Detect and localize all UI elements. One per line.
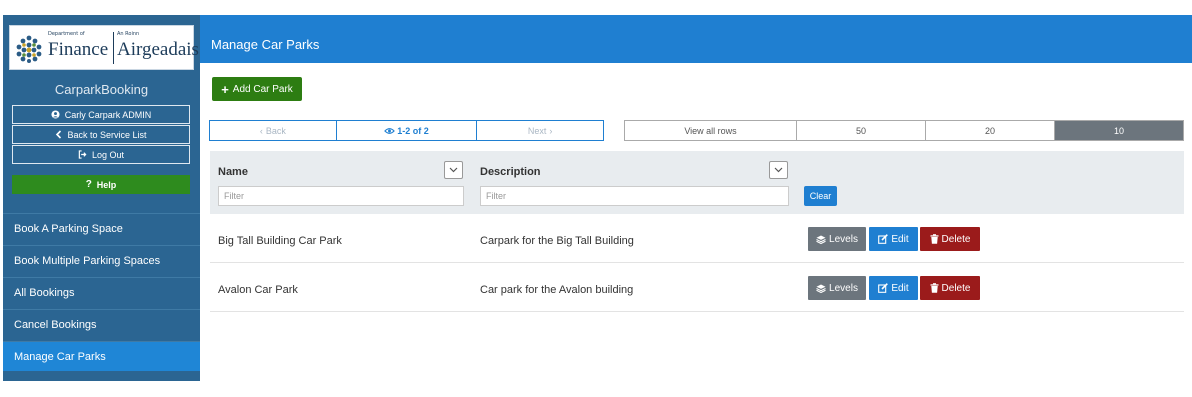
pager-next-button[interactable]: Next › [477,121,603,140]
levels-label: Levels [829,282,858,294]
table-row: Avalon Car Park Car park for the Avalon … [210,264,1184,312]
rows-option-10[interactable]: 10 [1055,121,1183,140]
delete-label: Delete [941,233,971,245]
table-header: Name Description Clear [210,151,1184,214]
pager-info-label: 1-2 of 2 [397,125,429,136]
pager-info: 1-2 of 2 [337,121,478,140]
delete-button[interactable]: Delete [920,227,980,251]
delete-button[interactable]: Delete [920,276,980,300]
chevron-left-icon [56,130,62,139]
car-park-description: Car park for the Avalon building [480,284,634,296]
user-circle-icon [51,110,60,119]
nav-all-bookings[interactable]: All Bookings [3,277,200,307]
logo-divider [113,32,114,64]
rows-option-50[interactable]: 50 [797,121,926,140]
edit-label: Edit [891,282,909,294]
nav-manage-car-parks[interactable]: Manage Car Parks [3,341,200,371]
chevron-down-icon [449,167,458,173]
logo-anroinn-text: An Roinn [117,31,140,37]
help-label: Help [96,179,117,190]
edit-button[interactable]: Edit [869,276,918,300]
column-header-name: Name [218,166,248,178]
add-car-park-button[interactable]: + Add Car Park [212,77,302,101]
column-header-description: Description [480,166,541,178]
levels-label: Levels [829,233,858,245]
logout-button[interactable]: Log Out [12,145,190,164]
page-title: Manage Car Parks [211,37,320,52]
logo-emblem-icon [16,35,42,63]
app-name: CarparkBooking [54,82,149,97]
pager-back-label: Back [265,125,286,136]
sidebar: Department of Finance An Roinn Airgeadai… [3,15,200,381]
chevron-down-icon [774,167,783,173]
trash-icon [930,234,939,244]
pager: ‹ Back 1-2 of 2 Next › [209,120,604,141]
levels-button[interactable]: Levels [808,227,866,251]
layers-icon [816,235,826,244]
levels-button[interactable]: Levels [808,276,866,300]
nav-cancel-bookings[interactable]: Cancel Bookings [3,309,200,339]
nav-book-multiple-parking-spaces[interactable]: Book Multiple Parking Spaces [3,245,200,275]
car-park-description: Carpark for the Big Tall Building [480,235,634,247]
rows-per-page-selector: View all rows 50 20 10 [624,120,1184,141]
pager-next-label: Next [527,125,547,136]
delete-label: Delete [941,282,971,294]
chevron-right-icon: › [549,125,553,136]
department-logo: Department of Finance An Roinn Airgeadai… [9,25,199,70]
nav-book-parking-space[interactable]: Book A Parking Space [3,213,200,243]
pager-back-button[interactable]: ‹ Back [210,121,337,140]
user-label: Carly Carpark ADMIN [64,109,152,120]
logout-label: Log Out [91,149,125,160]
sort-name-button[interactable] [444,161,463,179]
eye-icon [384,127,396,134]
sort-description-button[interactable] [769,161,788,179]
rows-option-20[interactable]: 20 [926,121,1055,140]
edit-label: Edit [891,233,909,245]
logo-finance-text: Finance [48,39,109,60]
help-button[interactable]: ? Help [12,175,190,194]
back-to-service-list-button[interactable]: Back to Service List [12,125,190,144]
description-filter-input[interactable] [480,186,789,206]
car-park-name: Big Tall Building Car Park [218,235,342,247]
question-mark-icon: ? [85,179,92,190]
name-filter-input[interactable] [218,186,464,206]
add-car-park-label: Add Car Park [232,83,293,95]
chevron-left-icon: ‹ [259,125,263,136]
layers-icon [816,284,826,293]
trash-icon [930,283,939,293]
edit-icon [878,283,889,293]
user-profile-button[interactable]: Carly Carpark ADMIN [12,105,190,124]
back-label: Back to Service List [67,129,147,140]
table-row: Big Tall Building Car Park Carpark for t… [210,215,1184,263]
rows-option-all[interactable]: View all rows [625,121,797,140]
edit-button[interactable]: Edit [869,227,918,251]
plus-icon: + [221,81,229,97]
logo-airgeadais-text: Airgeadais [117,39,199,60]
edit-icon [878,234,889,244]
car-park-name: Avalon Car Park [218,284,298,296]
logo-dept-text: Department of [48,31,85,37]
clear-filters-button[interactable]: Clear [804,186,837,206]
page-header: Manage Car Parks [200,15,1192,63]
sign-out-icon [78,150,87,159]
